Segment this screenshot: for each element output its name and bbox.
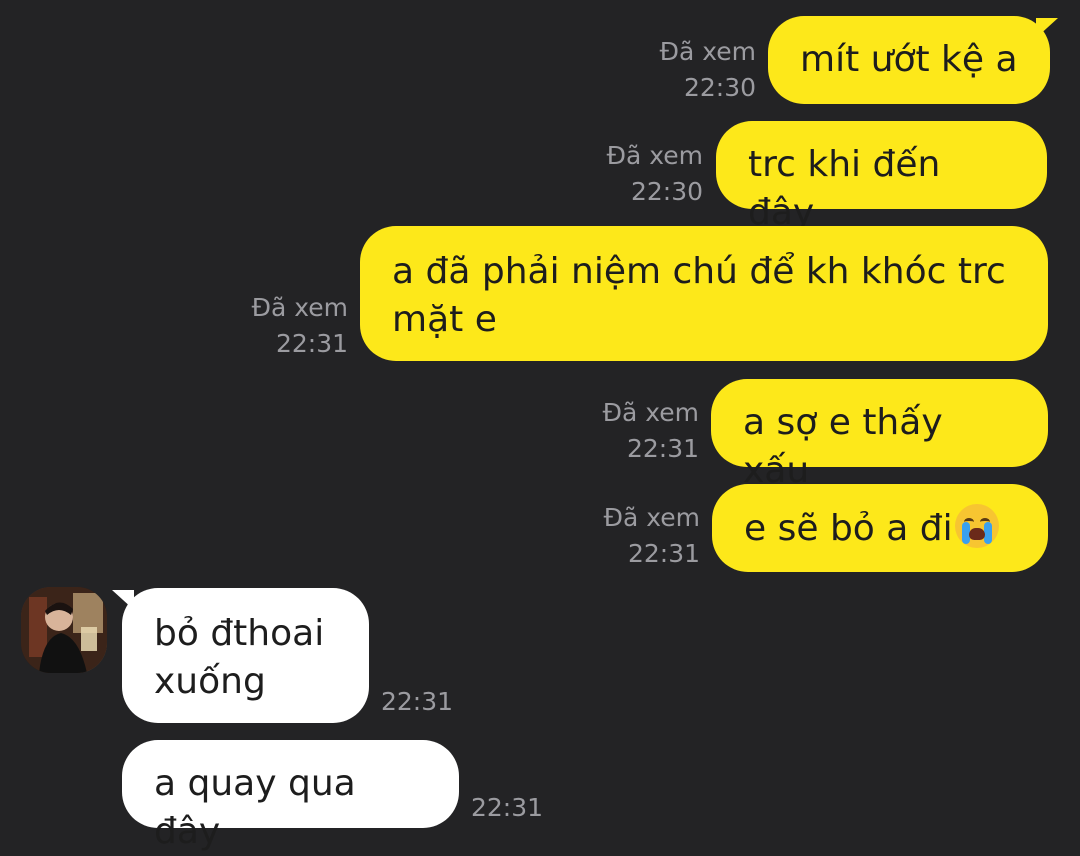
message-meta: Đã xem 22:30 — [660, 34, 756, 106]
message-time: 22:31 — [381, 687, 454, 716]
message-meta: 22:31 — [381, 684, 453, 720]
message-text: a quay qua đây — [154, 763, 356, 852]
seen-status: Đã xem — [602, 398, 699, 427]
seen-status: Đã xem — [603, 503, 700, 532]
message-meta: Đã xem 22:31 — [603, 395, 699, 467]
seen-status: Đã xem — [251, 293, 348, 322]
message-bubble-outgoing[interactable]: a sợ e thấy xấu — [711, 379, 1048, 491]
message-text: a đã phải niệm chú để kh khóc trc mặt e — [392, 251, 1006, 340]
message-time: 22:30 — [683, 73, 756, 102]
message-time: 22:30 — [630, 177, 703, 206]
message-text: e sẽ bỏ a đi — [744, 508, 953, 549]
message-text: bỏ đthoai xuống — [154, 613, 325, 702]
message-bubble-outgoing[interactable]: mít ướt kệ a — [768, 16, 1050, 104]
message-text: mít ướt kệ a — [800, 39, 1018, 80]
message-bubble-outgoing[interactable]: e sẽ bỏ a đi — [712, 484, 1048, 572]
message-bubble-incoming[interactable]: a quay qua đây — [122, 740, 459, 852]
message-meta: Đã xem 22:31 — [604, 500, 700, 572]
message-meta: 22:31 — [471, 790, 543, 826]
message-time: 22:31 — [627, 539, 700, 568]
message-time: 22:31 — [626, 434, 699, 463]
message-bubble-outgoing[interactable]: a đã phải niệm chú để kh khóc trc mặt e — [360, 226, 1048, 361]
message-text: a sợ e thấy xấu — [743, 402, 943, 491]
message-bubble-incoming[interactable]: bỏ đthoai xuống — [122, 588, 369, 723]
seen-status: Đã xem — [659, 37, 756, 66]
seen-status: Đã xem — [606, 141, 703, 170]
message-meta: Đã xem 22:30 — [607, 138, 703, 210]
message-text: trc khi đến đây — [748, 144, 941, 233]
contact-avatar[interactable] — [21, 587, 107, 673]
loudly-crying-face-emoji — [954, 504, 999, 548]
message-time: 22:31 — [471, 793, 544, 822]
message-bubble-outgoing[interactable]: trc khi đến đây — [716, 121, 1047, 233]
message-time: 22:31 — [275, 329, 348, 358]
avatar-photo — [21, 587, 107, 673]
message-meta: Đã xem 22:31 — [252, 290, 348, 362]
